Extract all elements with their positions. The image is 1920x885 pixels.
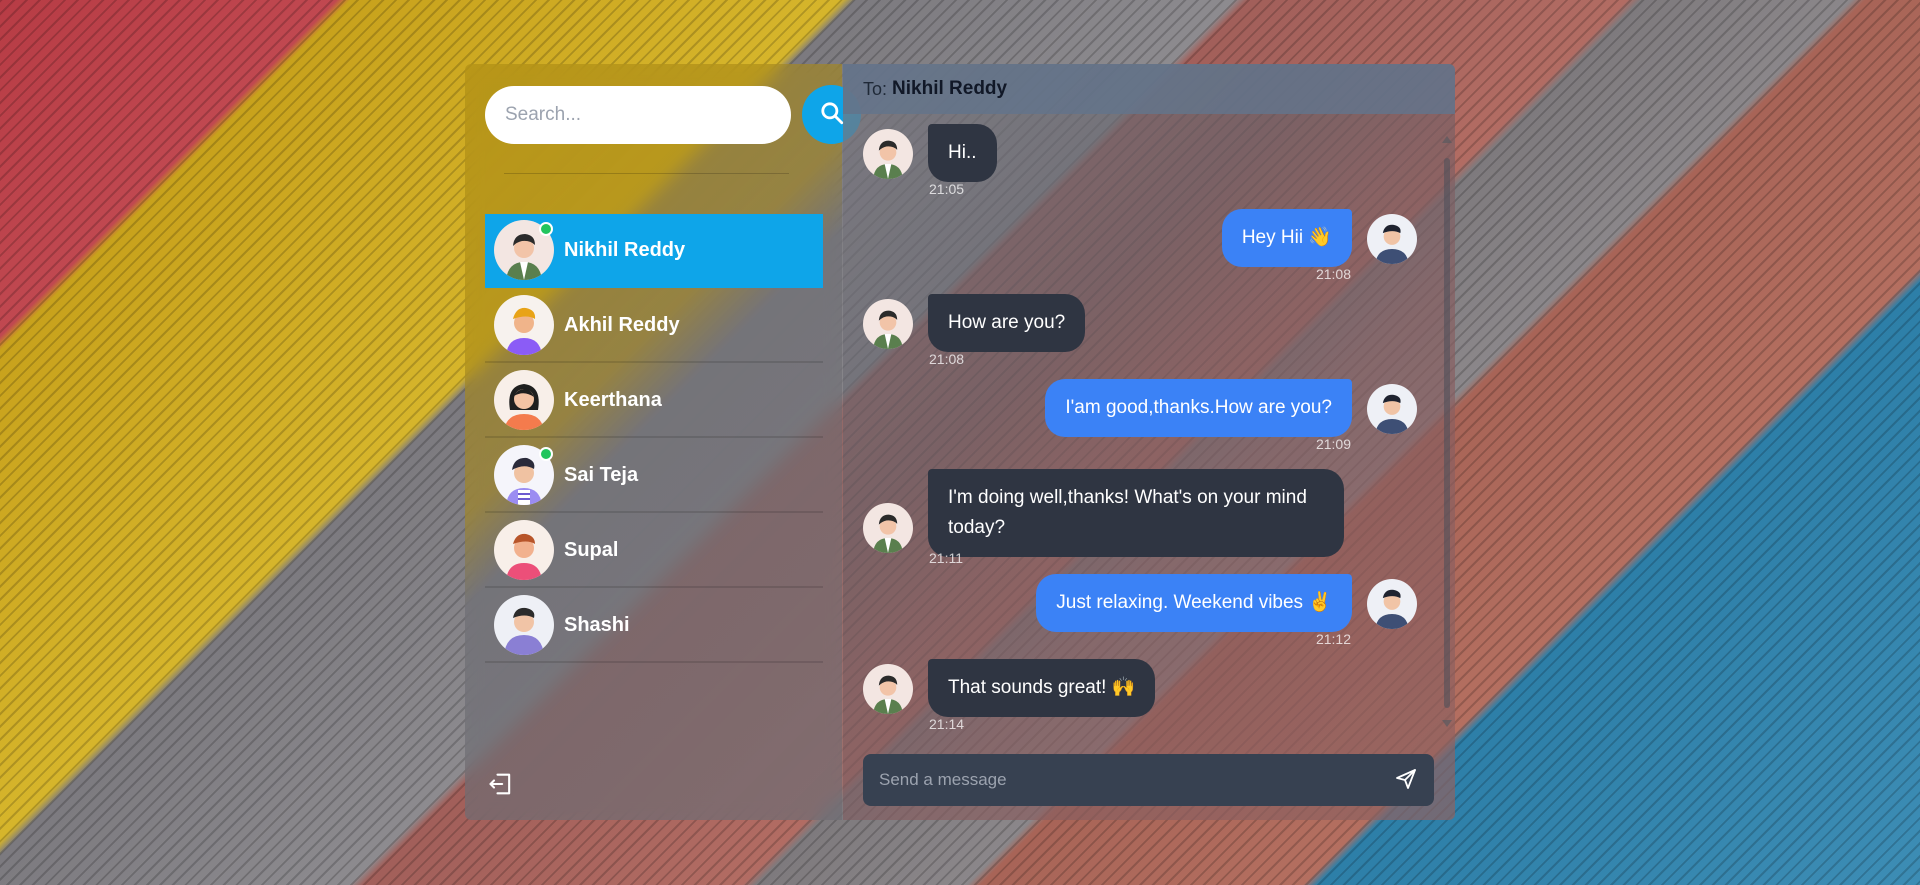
avatar: [494, 295, 554, 355]
message-time: 21:05: [929, 181, 965, 197]
logout-icon: [487, 773, 515, 802]
message-input[interactable]: [877, 769, 1394, 791]
contact-name: Sai Teja: [564, 463, 639, 486]
message-time: 21:08: [1315, 266, 1351, 282]
recipient-name: Nikhil Reddy: [892, 78, 1008, 99]
chat-app: Nikhil Reddy Akhil Reddy Keerthana S: [465, 64, 1455, 820]
message-time: 21:09: [1315, 436, 1351, 452]
send-button[interactable]: [1394, 767, 1420, 793]
scroll-down-arrow[interactable]: [1442, 720, 1452, 727]
avatar: [1367, 214, 1417, 264]
message-incoming: How are you?: [863, 294, 1086, 352]
logout-button[interactable]: [487, 770, 515, 798]
message-outgoing: Hey Hii 👋: [1221, 209, 1417, 267]
chat-panel: To: Nikhil Reddy Hi.. 21:05 Hey Hii 👋 21…: [843, 64, 1455, 820]
message-outgoing: I'am good,thanks.How are you?: [1045, 379, 1417, 437]
contact-item-shashi[interactable]: Shashi: [485, 589, 823, 663]
contact-item-sai-teja[interactable]: Sai Teja: [485, 439, 823, 513]
contact-name: Nikhil Reddy: [564, 238, 686, 261]
contact-name: Keerthana: [564, 388, 662, 411]
message-bubble: Just relaxing. Weekend vibes ✌️: [1036, 574, 1352, 632]
scrollbar-thumb[interactable]: [1444, 158, 1450, 708]
message-bubble: I'am good,thanks.How are you?: [1045, 379, 1352, 437]
message-incoming: Hi..: [863, 124, 997, 182]
avatar: [1367, 384, 1417, 434]
message-bubble: I'm doing well,thanks! What's on your mi…: [928, 469, 1344, 557]
message-list: Hi.. 21:05 Hey Hii 👋 21:08 How are you? …: [843, 114, 1455, 732]
avatar: [863, 664, 913, 714]
contact-name: Shashi: [564, 613, 630, 636]
message-time: 21:08: [929, 351, 965, 367]
chat-header: To: Nikhil Reddy: [843, 64, 1455, 114]
avatar: [494, 370, 554, 430]
send-icon: [1394, 769, 1418, 795]
contact-name: Akhil Reddy: [564, 313, 680, 336]
message-time: 21:11: [929, 550, 963, 566]
message-bubble: Hey Hii 👋: [1221, 209, 1352, 267]
sidebar: Nikhil Reddy Akhil Reddy Keerthana S: [465, 64, 861, 820]
message-outgoing: Just relaxing. Weekend vibes ✌️: [1036, 574, 1417, 632]
avatar: [863, 503, 913, 553]
message-incoming: I'm doing well,thanks! What's on your mi…: [863, 469, 1344, 557]
online-indicator: [539, 222, 553, 236]
contact-item-keerthana[interactable]: Keerthana: [485, 364, 823, 438]
message-composer: [863, 754, 1434, 806]
contact-name: Supal: [564, 538, 619, 561]
contact-item-nikhil-reddy[interactable]: Nikhil Reddy: [485, 214, 823, 288]
online-indicator: [539, 447, 553, 461]
avatar: [494, 445, 554, 505]
avatar: [494, 220, 554, 280]
to-label: To:: [863, 78, 888, 99]
message-bubble: Hi..: [928, 124, 997, 182]
contact-item-akhil-reddy[interactable]: Akhil Reddy: [485, 289, 823, 363]
contact-item-supal[interactable]: Supal: [485, 514, 823, 588]
search-icon: [819, 100, 845, 129]
message-bubble: How are you?: [928, 294, 1086, 352]
message-bubble: That sounds great! 🙌: [928, 659, 1156, 717]
message-incoming: That sounds great! 🙌: [863, 659, 1156, 717]
search-input[interactable]: [485, 85, 791, 144]
search-bar: [485, 85, 861, 144]
scroll-up-arrow[interactable]: [1442, 136, 1452, 143]
sidebar-divider: [504, 173, 789, 174]
avatar: [863, 299, 913, 349]
avatar: [1367, 579, 1417, 629]
message-time: 21:14: [929, 716, 965, 732]
avatar: [863, 129, 913, 179]
message-time: 21:12: [1315, 631, 1351, 647]
avatar: [494, 520, 554, 580]
avatar: [494, 595, 554, 655]
contact-list: Nikhil Reddy Akhil Reddy Keerthana Sai T…: [485, 214, 823, 664]
